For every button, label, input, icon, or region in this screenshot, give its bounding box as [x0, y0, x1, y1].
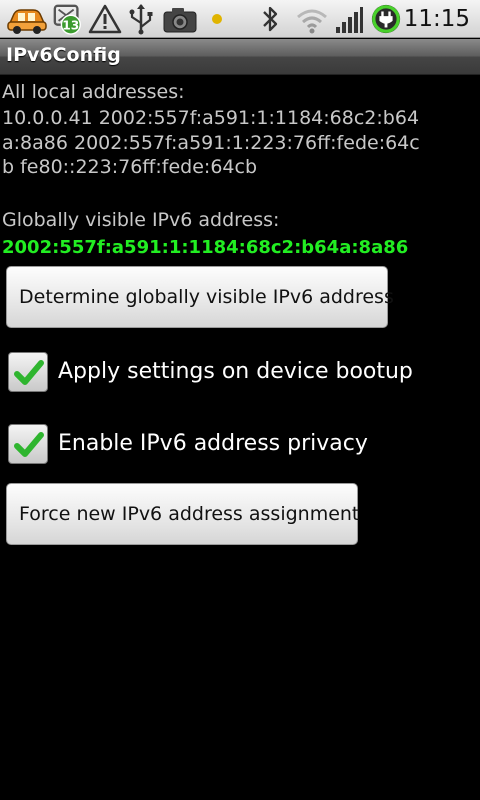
checkmark-icon	[14, 360, 44, 385]
svg-text:13: 13	[62, 18, 79, 32]
car-icon	[7, 9, 47, 34]
local-addresses-label: All local addresses:	[2, 81, 185, 103]
signal-icon	[336, 7, 363, 33]
local-addresses-value: 10.0.0.41 2002:557f:a591:1:1184:68c2:b64…	[2, 107, 420, 178]
dot-icon	[212, 14, 222, 24]
boot-settings-label: Apply settings on device bootup	[58, 359, 413, 384]
determine-global-address-button[interactable]: Determine globally visible IPv6 address	[6, 266, 394, 328]
status-bar-clock: 11:15	[403, 6, 470, 32]
address-privacy-label: Enable IPv6 address privacy	[58, 431, 368, 456]
wifi-icon	[297, 9, 327, 34]
global-address-value: 2002:557f:a591:1:1184:68c2:b64a:8a86	[2, 237, 409, 258]
usb-icon	[129, 4, 153, 35]
address-privacy-checkbox[interactable]	[8, 424, 48, 464]
checkmark-icon	[14, 432, 44, 457]
address-privacy-option[interactable]: Enable IPv6 address privacy	[8, 424, 468, 466]
global-address-label: Globally visible IPv6 address:	[2, 209, 280, 231]
battery-charging-icon	[371, 4, 401, 34]
boot-settings-option[interactable]: Apply settings on device bootup	[8, 352, 468, 394]
bluetooth-icon	[263, 6, 278, 32]
app-title: IPv6Config	[6, 44, 121, 66]
force-new-address-button[interactable]: Force new IPv6 address assignment	[6, 483, 359, 545]
warning-icon	[88, 4, 122, 34]
camera-icon	[163, 8, 197, 33]
notification-count-icon: 13	[53, 4, 81, 35]
app-title-bar: IPv6Config	[0, 39, 480, 75]
status-bar: 13 11:15	[0, 0, 480, 38]
boot-settings-checkbox[interactable]	[8, 352, 48, 392]
